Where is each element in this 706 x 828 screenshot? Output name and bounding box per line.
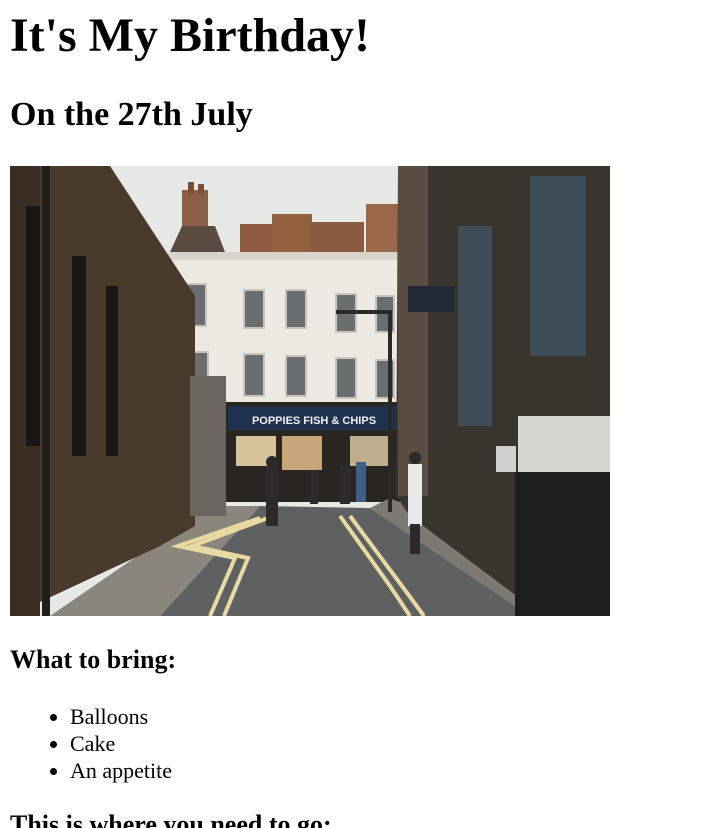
list-item: An appetite — [70, 757, 172, 784]
where-to-go-heading: This is where you need to go: — [10, 810, 332, 828]
street-photo: POPPIES FISH & CHIPS — [10, 166, 610, 616]
shop-sign-text: POPPIES FISH & CHIPS — [252, 415, 376, 427]
what-to-bring-heading: What to bring: — [10, 645, 177, 674]
date-heading: On the 27th July — [10, 96, 253, 133]
page-title: It's My Birthday! — [10, 9, 370, 62]
list-item: Balloons — [70, 703, 172, 730]
list-item: Cake — [70, 730, 172, 757]
bring-list: Balloons Cake An appetite — [10, 703, 172, 784]
